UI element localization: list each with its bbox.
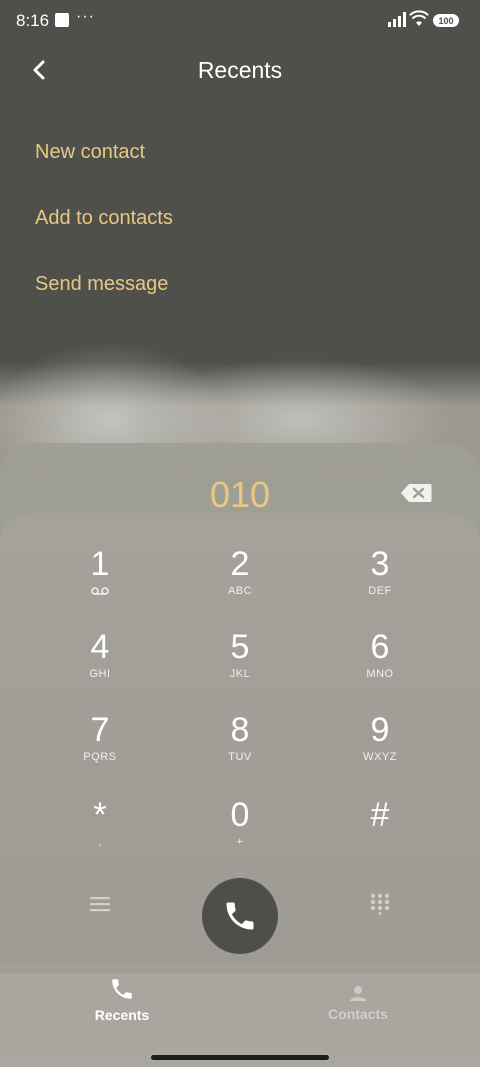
key-9[interactable]: 9 WXYZ [320,711,440,781]
tab-recents-label: Recents [94,1007,150,1023]
key-digit: 7 [90,711,110,749]
home-indicator[interactable] [151,1055,329,1060]
tab-recents[interactable]: Recents [82,976,162,1023]
key-digit: # [370,796,390,834]
key-letters: PQRS [83,751,117,763]
send-message-option[interactable]: Send message [35,273,168,296]
key-digit: 5 [230,628,250,666]
phone-icon [226,902,254,930]
tab-contacts-label: Contacts [328,1006,388,1022]
key-digit: 9 [370,711,390,749]
key-7[interactable]: 7 PQRS [40,711,160,781]
status-time: 8:16 [16,11,50,30]
key-4[interactable]: 4 GHI [40,628,160,698]
key-letters: WXYZ [363,751,397,763]
notification-icon [55,13,69,27]
key-3[interactable]: 3 DEF [320,545,440,615]
key-star[interactable]: * , [40,796,160,866]
battery-icon: 100 [433,14,459,27]
tab-contacts[interactable]: Contacts [318,985,398,1022]
key-letters: , [98,836,102,848]
wifi-icon [409,10,429,26]
key-6[interactable]: 6 MNO [320,628,440,698]
key-digit: 8 [230,711,250,749]
key-digit: 4 [90,628,110,666]
key-1[interactable]: 1 [40,545,160,615]
key-0[interactable]: 0 + [180,796,300,866]
contacts-icon [350,986,366,1001]
add-to-contacts-option[interactable]: Add to contacts [35,207,173,230]
key-letters: TUV [228,751,252,763]
key-letters: DEF [368,585,392,597]
phone-icon [112,979,132,999]
status-bar: 8:16 ··· 100 [0,0,480,44]
key-hash[interactable]: # [320,796,440,866]
key-letters: JKL [229,668,251,680]
key-digit: 0 [230,796,250,834]
menu-icon[interactable] [89,893,111,915]
new-contact-option[interactable]: New contact [35,141,145,164]
page-title: Recents [197,57,283,83]
voicemail-icon [91,587,109,595]
key-8[interactable]: 8 TUV [180,711,300,781]
backspace-icon[interactable] [400,483,432,503]
dialpad-icon[interactable] [369,893,391,915]
key-digit: 1 [90,545,110,583]
key-letters: MNO [366,668,394,680]
key-digit: 3 [370,545,390,583]
key-letters: + [236,836,244,848]
call-button[interactable] [202,878,278,954]
key-digit: 2 [230,545,250,583]
signal-icon [388,12,406,27]
key-digit: 6 [370,628,390,666]
key-letters: ABC [227,585,253,597]
key-digit: * [93,796,107,834]
key-2[interactable]: 2 ABC [180,545,300,615]
key-letters: GHI [89,668,111,680]
key-5[interactable]: 5 JKL [180,628,300,698]
more-notifications-icon: ··· [76,8,95,25]
